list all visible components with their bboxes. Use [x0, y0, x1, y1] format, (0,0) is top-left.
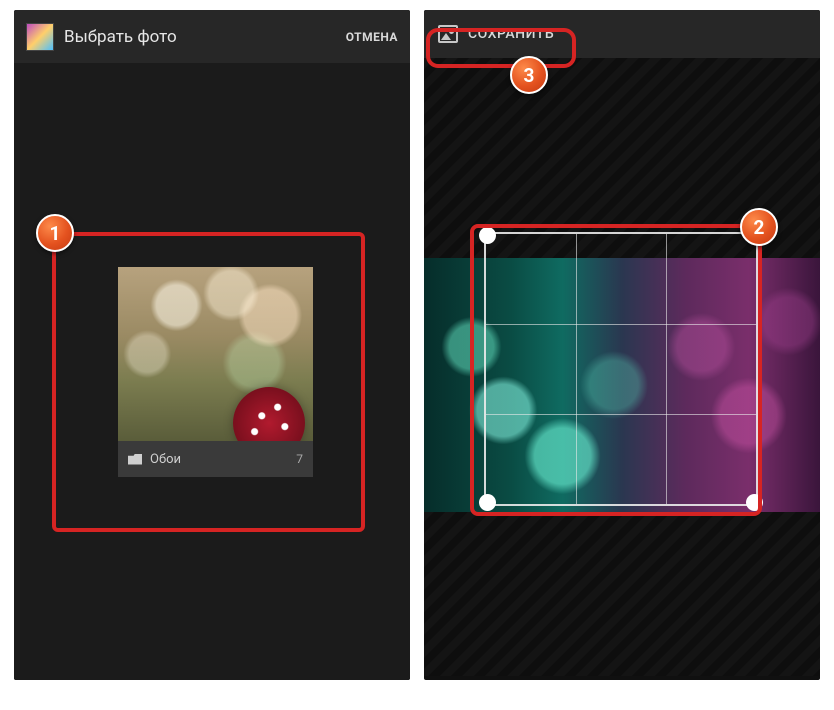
- phone-picker: Выбрать фото ОТМЕНА Обои 7: [14, 10, 410, 680]
- savebar: СОХРАНИТЬ: [424, 10, 820, 58]
- grid-line: [486, 414, 756, 415]
- titlebar: Выбрать фото ОТМЕНА: [14, 10, 410, 63]
- phone-cropper: СОХРАНИТЬ: [424, 10, 820, 680]
- folder-label-bar: Обои 7: [118, 441, 313, 477]
- cancel-button[interactable]: ОТМЕНА: [346, 30, 398, 44]
- page-title: Выбрать фото: [64, 27, 336, 47]
- folder-thumbnail: [118, 267, 313, 441]
- image-icon: [438, 25, 458, 43]
- save-label: СОХРАНИТЬ: [468, 26, 554, 42]
- grid-line: [666, 234, 667, 504]
- crop-handle-tl[interactable]: [479, 227, 496, 244]
- stage: Выбрать фото ОТМЕНА Обои 7 СОХРАНИТЬ: [0, 0, 834, 710]
- grid-line: [576, 234, 577, 504]
- folder-name: Обои: [150, 452, 288, 467]
- crop-handle-br[interactable]: [746, 494, 763, 511]
- app-icon: [26, 23, 54, 51]
- grid-line: [486, 324, 756, 325]
- folder-tile[interactable]: Обои 7: [118, 267, 313, 477]
- save-button[interactable]: СОХРАНИТЬ: [438, 25, 554, 43]
- cropper-body: [424, 58, 820, 676]
- crop-handle-bl[interactable]: [479, 494, 496, 511]
- folder-icon: [128, 454, 142, 465]
- crop-handle-tr[interactable]: [746, 227, 763, 244]
- crop-frame[interactable]: [486, 234, 756, 504]
- picker-body: Обои 7: [14, 63, 410, 680]
- folder-count: 7: [296, 452, 303, 466]
